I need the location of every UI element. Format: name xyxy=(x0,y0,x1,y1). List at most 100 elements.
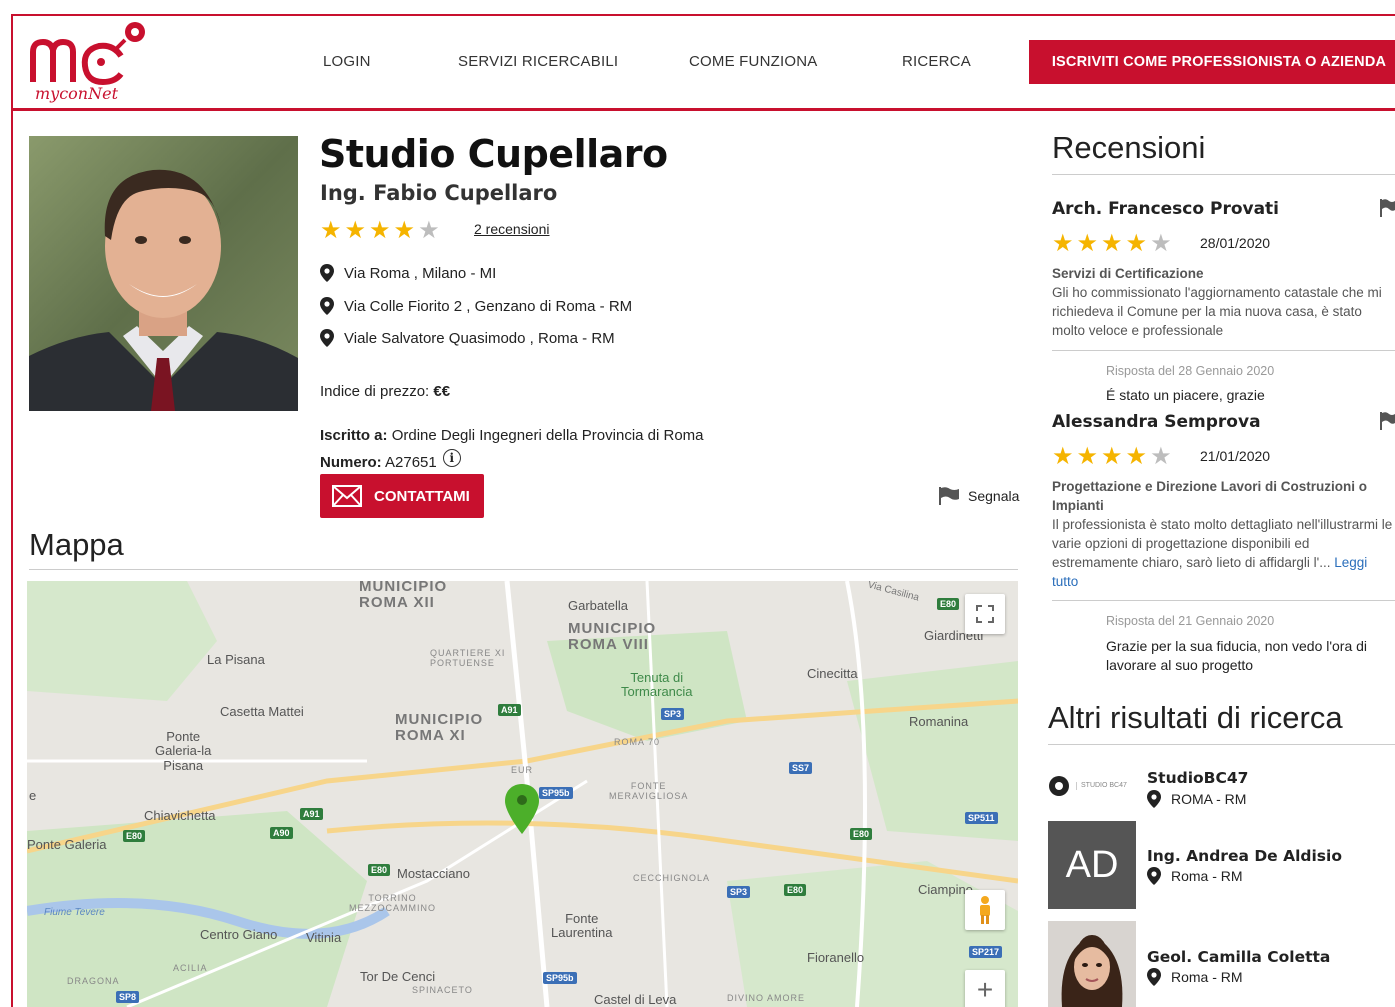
road-badge: E80 xyxy=(850,828,873,840)
contact-button-label: CONTATTAMI xyxy=(374,487,470,505)
result-location-text: Roma - RM xyxy=(1171,868,1243,884)
star-empty-icon: ★ xyxy=(418,217,440,244)
map-label: MUNICIPIO ROMA VIII xyxy=(568,620,657,653)
report-label: Segnala xyxy=(968,488,1020,504)
map-label: DRAGONA xyxy=(67,976,120,986)
number-value: A27651 xyxy=(385,453,437,471)
result-name[interactable]: Ing. Andrea De Aldisio xyxy=(1147,847,1342,865)
map-label: CECCHIGNOLA xyxy=(633,873,711,883)
star-icon: ★ xyxy=(320,217,342,244)
result-location: Roma - RM xyxy=(1147,968,1243,986)
nav-servizi-ricercabili[interactable]: SERVIZI RICERCABILI xyxy=(458,53,618,70)
map-label: Ponte Galeria-la Pisana xyxy=(155,729,212,773)
zoom-in-button[interactable]: + xyxy=(965,970,1005,1007)
review-rating-stars: ★ ★ ★ ★ ★ xyxy=(1052,232,1172,256)
road-badge: E80 xyxy=(368,864,391,876)
fullscreen-icon xyxy=(976,605,994,623)
reply-date: Risposta del 21 Gennaio 2020 xyxy=(1106,614,1275,628)
divider xyxy=(1052,174,1395,175)
reviews-count-link[interactable]: 2 recensioni xyxy=(474,221,550,237)
envelope-icon xyxy=(332,485,362,507)
result-avatar[interactable] xyxy=(1048,921,1136,1007)
result-logo[interactable]: STUDIO BC47 xyxy=(1048,771,1136,801)
brand-logo[interactable]: myconNet xyxy=(29,20,149,105)
signup-professional-button[interactable]: ISCRIVITI COME PROFESSIONISTA O AZIENDA xyxy=(1029,40,1395,84)
review-date: 21/01/2020 xyxy=(1200,448,1271,464)
result-name[interactable]: Geol. Camilla Coletta xyxy=(1147,948,1330,966)
result-location: Roma - RM xyxy=(1147,867,1243,885)
map-label: Vitinia xyxy=(306,930,342,945)
divider xyxy=(1052,350,1395,351)
address-item: Via Colle Fiorito 2 , Genzano di Roma - … xyxy=(320,297,632,315)
contact-button[interactable]: CONTATTAMI xyxy=(320,474,484,518)
map-label: Fonte Laurentina xyxy=(551,911,613,941)
profile-rating-stars: ★ ★ ★ ★ ★ xyxy=(320,219,440,243)
road-badge: E80 xyxy=(784,884,807,896)
nav-login[interactable]: LOGIN xyxy=(323,53,371,70)
nav-come-funziona[interactable]: COME FUNZIONA xyxy=(689,53,817,70)
address-text: Via Colle Fiorito 2 , Genzano di Roma - … xyxy=(344,297,633,315)
map-label: Fiume Tevere xyxy=(44,907,105,918)
star-icon: ★ xyxy=(1052,230,1074,257)
map-pin-icon xyxy=(320,329,334,347)
address-item: Via Roma , Milano - MI xyxy=(320,264,496,282)
star-icon: ★ xyxy=(1101,230,1123,257)
map-pin-icon xyxy=(1147,867,1161,885)
map-label: SPINACETO xyxy=(412,985,473,995)
profile-photo xyxy=(29,136,298,411)
star-empty-icon: ★ xyxy=(1150,443,1172,470)
registration-info: Iscritto a: Ordine Degli Ingegneri della… xyxy=(320,427,704,444)
road-badge: SP511 xyxy=(965,812,998,824)
map-label: Mostacciano xyxy=(397,866,470,881)
map-pin-icon xyxy=(1147,790,1161,808)
map-pin-icon xyxy=(320,264,334,282)
result-name[interactable]: StudioBC47 xyxy=(1147,769,1248,787)
result-location-text: Roma - RM xyxy=(1171,969,1243,985)
map-marker-icon[interactable] xyxy=(505,784,539,834)
pegman-icon xyxy=(980,896,990,924)
map-label: Casetta Mattei xyxy=(220,704,304,719)
review-service: Servizi di Certificazione xyxy=(1052,266,1204,281)
map-label: QUARTIERE XI PORTUENSE xyxy=(430,648,506,668)
star-icon: ★ xyxy=(1052,443,1074,470)
map-label: DIVINO AMORE xyxy=(727,993,806,1003)
map-label: Castel di Leva xyxy=(594,992,677,1007)
review-author: Arch. Francesco Provati xyxy=(1052,199,1280,219)
map-label: FONTE MERAVIGLIOSA xyxy=(609,781,689,801)
map-label: Ponte Galeria xyxy=(27,837,107,852)
star-icon: ★ xyxy=(1125,230,1148,257)
map-pin-icon xyxy=(320,297,334,315)
map-view[interactable]: MUNICIPIO ROMA XII Garbatella MUNICIPIO … xyxy=(27,581,1018,1007)
star-icon: ★ xyxy=(1125,443,1148,470)
result-location: ROMA - RM xyxy=(1147,790,1246,808)
review-text: Gli ho commissionato l'aggiornamento cat… xyxy=(1052,285,1382,338)
map-label: MUNICIPIO ROMA XII xyxy=(359,581,448,611)
map-label: ACILIA xyxy=(173,963,208,973)
result-avatar[interactable]: AD xyxy=(1048,821,1136,909)
review-text: Il professionista è stato molto dettagli… xyxy=(1052,515,1395,591)
map-label: ROMA 70 xyxy=(614,737,661,747)
registration-number: Numero: A27651 i xyxy=(320,449,461,471)
fullscreen-button[interactable] xyxy=(965,594,1005,634)
map-label: Cinecitta xyxy=(807,666,858,681)
road-badge: A91 xyxy=(300,808,323,820)
address-text: Via Roma , Milano - MI xyxy=(344,264,497,282)
flag-icon[interactable] xyxy=(1380,199,1395,217)
flag-icon[interactable] xyxy=(1380,412,1395,430)
info-icon[interactable]: i xyxy=(442,449,461,467)
reply-text: Grazie per la sua fiducia, non vedo l'or… xyxy=(1106,638,1368,673)
nav-ricerca[interactable]: RICERCA xyxy=(902,53,971,70)
star-icon: ★ xyxy=(1101,443,1123,470)
reply-text: É stato un piacere, grazie xyxy=(1106,387,1265,403)
review-date: 28/01/2020 xyxy=(1200,235,1271,251)
road-badge: E80 xyxy=(937,598,960,610)
road-badge: SS7 xyxy=(789,762,813,774)
star-icon: ★ xyxy=(393,217,416,244)
map-label: Fioranello xyxy=(807,950,865,965)
report-link[interactable]: Segnala xyxy=(938,486,1019,506)
site-header: myconNet LOGIN SERVIZI RICERCABILI COME … xyxy=(13,16,1395,111)
review-rating-stars: ★ ★ ★ ★ ★ xyxy=(1052,445,1172,469)
flag-icon xyxy=(939,487,959,505)
street-view-button[interactable] xyxy=(965,890,1005,930)
registration-value: Ordine Degli Ingegneri della Provincia d… xyxy=(391,427,704,444)
